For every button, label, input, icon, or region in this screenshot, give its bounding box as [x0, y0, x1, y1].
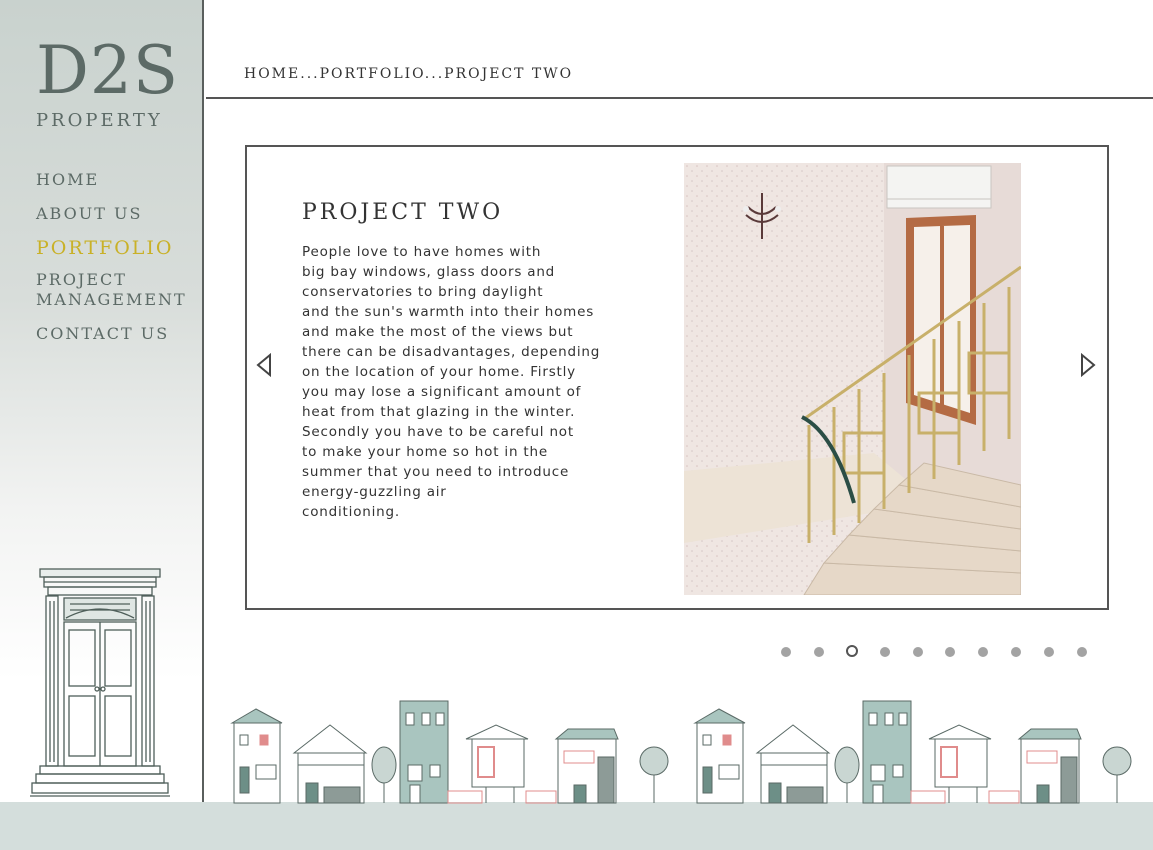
logo[interactable]: D2S PROPERTY [36, 32, 180, 132]
carousel-dot[interactable] [880, 647, 890, 657]
carousel-dot[interactable] [945, 647, 955, 657]
nav-item-project-management-line2: MANAGEMENT [36, 290, 187, 309]
description-line: on the location of your home. Firstly [302, 364, 576, 380]
nav-item-home[interactable]: HOME [36, 170, 201, 190]
street-illustration [230, 700, 1132, 804]
description-line: energy-guzzling air [302, 484, 447, 500]
description-line: there can be disadvantages, depending [302, 344, 601, 360]
nav-item-contact-us[interactable]: CONTACT US [36, 324, 201, 344]
nav-item-about-us[interactable]: ABOUT US [36, 204, 201, 224]
project-description: People love to have homes with big bay w… [302, 242, 632, 522]
carousel-dot[interactable] [913, 647, 923, 657]
main-nav: HOME ABOUT US PORTFOLIO PROJECT MANAGEME… [36, 170, 201, 358]
carousel-dot-active[interactable] [846, 645, 858, 657]
description-line: Secondly you have to be careful not [302, 424, 574, 440]
carousel-dot[interactable] [781, 647, 791, 657]
header-divider [206, 97, 1153, 99]
sidebar: D2S PROPERTY HOME ABOUT US PORTFOLIO PRO… [0, 0, 204, 850]
door-illustration [30, 568, 170, 797]
nav-item-project-management[interactable]: PROJECT MANAGEMENT [36, 270, 201, 310]
logo-sub-text: PROPERTY [36, 110, 163, 131]
description-line: big bay windows, glass doors and [302, 264, 556, 280]
description-line: conservatories to bring daylight [302, 284, 544, 300]
nav-item-portfolio[interactable]: PORTFOLIO [36, 238, 201, 258]
description-line: you may lose a significant amount of [302, 384, 582, 400]
description-line: and make the most of the views but [302, 324, 574, 340]
carousel-dot[interactable] [978, 647, 988, 657]
carousel-dot[interactable] [1077, 647, 1087, 657]
nav-item-project-management-line1: PROJECT [36, 270, 127, 289]
carousel-dot[interactable] [1044, 647, 1054, 657]
description-line: heat from that glazing in the winter. [302, 404, 576, 420]
description-line: and the sun's warmth into their homes [302, 304, 595, 320]
description-line: People love to have homes with [302, 244, 542, 260]
ground-strip [0, 802, 1153, 850]
description-line: to make your home so hot in the [302, 444, 548, 460]
carousel-dot[interactable] [814, 647, 824, 657]
breadcrumb: HOME...PORTFOLIO...PROJECT TWO [244, 66, 574, 82]
previous-slide-arrow-icon[interactable] [255, 353, 273, 377]
project-title: PROJECT TWO [302, 200, 504, 225]
description-line: conditioning. [302, 504, 400, 520]
next-slide-arrow-icon[interactable] [1079, 353, 1097, 377]
description-line: summer that you need to introduce [302, 464, 570, 480]
carousel-dot[interactable] [1011, 647, 1021, 657]
logo-main-text: D2S [36, 32, 180, 109]
project-photo [684, 163, 1021, 595]
